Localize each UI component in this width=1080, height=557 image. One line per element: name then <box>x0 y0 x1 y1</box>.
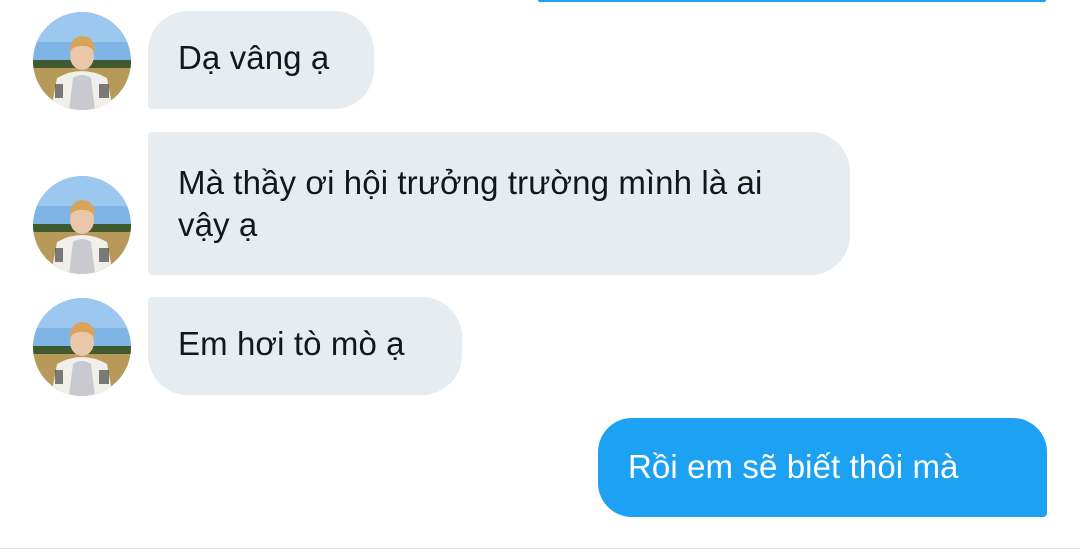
composer-divider <box>0 548 1080 549</box>
chat-thread[interactable]: Dạ vâng ạ Mà thầy ơi hội trưởng trường m… <box>0 0 1080 550</box>
previous-message-bubble-edge <box>538 0 1046 2</box>
avatar-photo <box>33 12 131 110</box>
message-bubble-incoming[interactable]: Mà thầy ơi hội trưởng trường mình là ai … <box>148 132 850 275</box>
message-text: Em hơi tò mò ạ <box>178 325 405 362</box>
message-text: Dạ vâng ạ <box>178 39 330 76</box>
avatar-photo <box>33 176 131 274</box>
message-bubble-incoming[interactable]: Em hơi tò mò ạ <box>148 297 462 395</box>
avatar[interactable] <box>33 176 131 274</box>
avatar[interactable] <box>33 12 131 110</box>
message-bubble-outgoing[interactable]: Rồi em sẽ biết thôi mà <box>598 418 1047 517</box>
avatar[interactable] <box>33 298 131 396</box>
message-text: Rồi em sẽ biết thôi mà <box>628 448 959 485</box>
message-text: Mà thầy ơi hội trưởng trường mình là ai … <box>178 164 763 243</box>
message-bubble-incoming[interactable]: Dạ vâng ạ <box>148 11 374 109</box>
avatar-photo <box>33 298 131 396</box>
